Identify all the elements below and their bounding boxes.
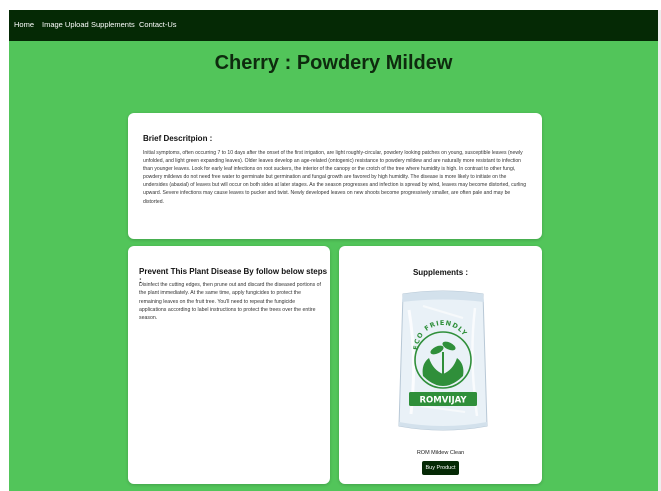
prevention-text: Disinfect the cutting edges, then prune … xyxy=(139,282,321,322)
nav-link-image-upload[interactable]: Image Upload xyxy=(42,20,89,29)
prevention-card: Prevent This Plant Disease By follow bel… xyxy=(128,246,330,484)
navbar: Home Image Upload Supplements Contact-Us xyxy=(9,10,658,41)
product-image: ECO FRIENDLY ROMVIJAY xyxy=(398,290,488,431)
supplements-card: Supplements : ECO FRIENDLY ROMVIJAY ROM … xyxy=(339,246,542,484)
buy-product-button[interactable]: Buy Product xyxy=(422,461,459,475)
page-title: Cherry : Powdery Mildew xyxy=(214,52,453,74)
description-heading: Brief Descritpion : xyxy=(143,134,213,143)
nav-link-supplements[interactable]: Supplements xyxy=(91,20,135,29)
nav-link-contact-us[interactable]: Contact-Us xyxy=(139,20,177,29)
product-name: ROM Mildew Clean xyxy=(416,450,465,456)
description-text: Initial symptoms, often occurring 7 to 1… xyxy=(143,150,527,205)
supplements-heading: Supplements : xyxy=(412,268,469,277)
nav-link-home[interactable]: Home xyxy=(14,20,34,29)
description-card: Brief Descritpion : Initial symptoms, of… xyxy=(128,113,542,239)
page-frame: Home Image Upload Supplements Contact-Us… xyxy=(9,10,658,491)
package-brand-text: ROMVIJAY xyxy=(419,396,467,406)
